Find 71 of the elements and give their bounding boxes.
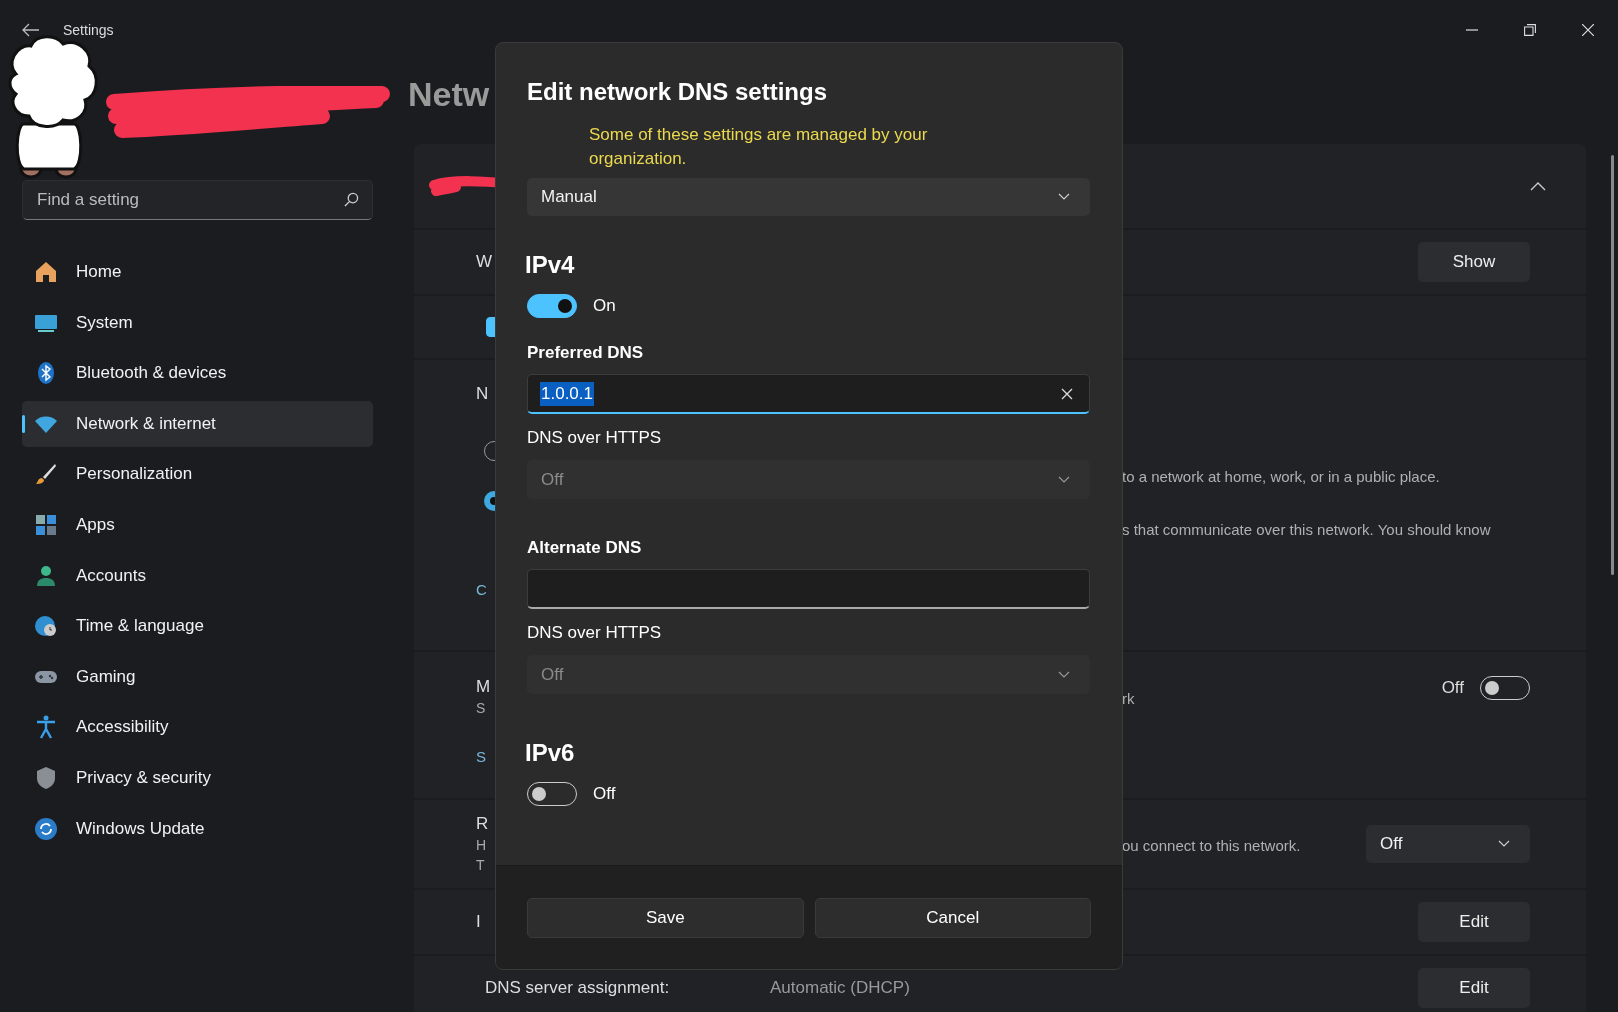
field-label: DNS over HTTPS <box>527 622 663 644</box>
close-icon[interactable] <box>1582 24 1594 36</box>
setting-text: R <box>476 813 489 835</box>
action-button[interactable]: Show <box>1418 242 1530 282</box>
field-label: Preferred DNS <box>527 342 645 364</box>
action-button[interactable]: Edit <box>1418 902 1530 942</box>
back-arrow-icon[interactable] <box>22 23 40 37</box>
scrollbar-thumb[interactable] <box>1611 155 1614 575</box>
setting-text: W <box>476 251 493 273</box>
nav-item[interactable]: Gaming <box>22 653 373 700</box>
app-title: Settings <box>63 22 114 38</box>
setting-text: M <box>476 676 491 698</box>
toggle-state: Off <box>593 784 616 804</box>
input-field[interactable] <box>527 569 1090 609</box>
input-field[interactable]: 1.0.0.1 <box>527 374 1090 414</box>
refresh-icon <box>34 816 58 841</box>
search-field[interactable]: Find a setting <box>22 180 373 220</box>
toggle-state: Off <box>1441 678 1464 698</box>
clear-icon[interactable] <box>1061 387 1073 400</box>
setting-description: rk <box>1122 690 1136 707</box>
warning-text: Some of these settings are managed by your organization. <box>589 124 929 170</box>
toggle-switch[interactable] <box>527 294 577 318</box>
chevron-down-icon <box>1058 475 1070 484</box>
restore-icon[interactable] <box>1524 24 1536 36</box>
save-button[interactable]: Save <box>527 898 804 938</box>
page-title: Netw <box>408 74 490 115</box>
setting-text: T <box>476 856 485 875</box>
search-icon <box>344 192 359 207</box>
person-icon <box>34 563 58 588</box>
nav-item[interactable]: Accounts <box>22 552 373 599</box>
chevron-down-icon <box>1058 193 1070 201</box>
nav-item[interactable]: System <box>22 299 373 346</box>
nav-item[interactable]: Time & language <box>22 603 373 650</box>
house-icon <box>34 260 58 284</box>
apps-icon <box>34 512 58 537</box>
edit-button[interactable]: Edit <box>1418 968 1530 1008</box>
dropdown[interactable]: Off <box>1366 825 1530 863</box>
chevron-down-icon <box>1058 670 1070 679</box>
field-label: DNS over HTTPS <box>527 427 663 449</box>
setting-text: H <box>476 836 487 855</box>
setting-text: N <box>476 383 489 405</box>
nav-item[interactable]: Network & internet <box>22 400 373 447</box>
accessibility-icon <box>34 715 58 740</box>
link[interactable]: S <box>476 748 486 765</box>
chevron-icon[interactable] <box>1530 181 1546 191</box>
setting-label: DNS server assignment: <box>485 978 671 998</box>
section-heading: IPv4 <box>525 250 576 280</box>
chevron-down-icon <box>1498 840 1510 848</box>
globe-clock-icon <box>34 614 58 639</box>
nav-item[interactable]: Accessibility <box>22 704 373 751</box>
dialog-title: Edit network DNS settings <box>527 77 829 107</box>
field-label: Alternate DNS <box>527 537 643 559</box>
setting-description: s that communicate over this network. You should know <box>1122 521 1492 538</box>
section-heading: IPv6 <box>525 738 576 768</box>
nav-item[interactable]: Privacy & security <box>22 754 373 801</box>
cancel-button[interactable]: Cancel <box>814 898 1091 938</box>
setting-text: S <box>476 699 486 718</box>
brush-icon <box>34 462 58 487</box>
nav-item[interactable]: Windows Update <box>22 805 373 852</box>
nav-item[interactable]: Home <box>22 249 373 295</box>
shield-icon <box>34 765 58 790</box>
toggle-state: On <box>593 296 616 316</box>
nav-item[interactable]: Apps <box>22 501 373 548</box>
setting-value: Automatic (DHCP) <box>770 978 910 998</box>
setting-description: ou connect to this network. <box>1122 836 1302 854</box>
setting-text: I <box>476 911 481 933</box>
nav-item[interactable]: Personalization <box>22 451 373 498</box>
setting-description: to a network at home, work, or in a public place. <box>1122 468 1441 485</box>
link[interactable]: C <box>476 581 487 598</box>
nav-item[interactable]: Bluetooth & devices <box>22 350 373 397</box>
dropdown[interactable]: Manual <box>527 178 1090 216</box>
